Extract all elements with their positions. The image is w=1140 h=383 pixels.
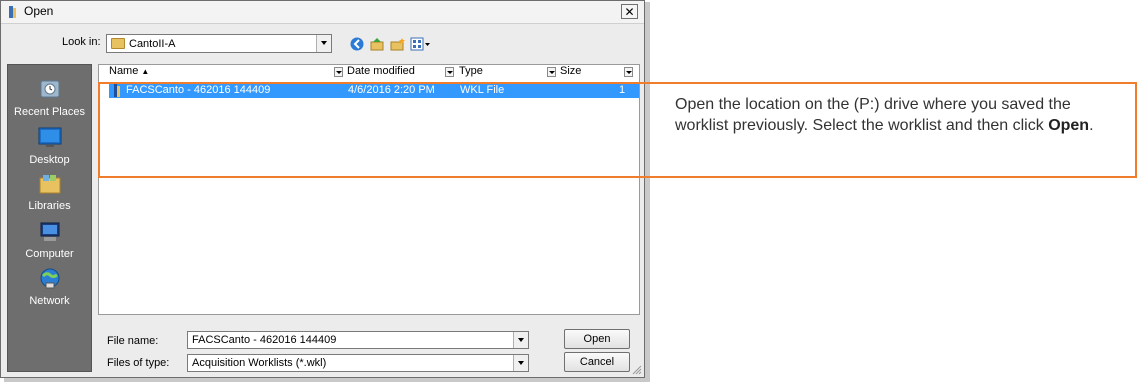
title-bar: Open ✕ (1, 1, 644, 24)
place-recent-places[interactable]: Recent Places (8, 79, 91, 118)
place-network[interactable]: Network (8, 268, 91, 307)
column-header-size[interactable]: Size (560, 65, 581, 79)
close-button[interactable]: ✕ (621, 4, 638, 19)
recent-places-icon (40, 80, 59, 98)
place-libraries[interactable]: Libraries (8, 173, 91, 212)
look-in-value: CantoII-A (129, 38, 176, 50)
look-in-label: Look in: (62, 36, 101, 48)
place-computer[interactable]: Computer (8, 221, 91, 260)
place-label-desktop: Desktop (29, 154, 70, 166)
column-date-dropdown-icon[interactable] (445, 67, 454, 77)
places-bar: Recent Places Desktop Libraries Computer… (7, 64, 92, 372)
open-dialog: Open ✕ Look in: CantoII-A Recent Places … (0, 0, 645, 378)
place-label-recent-places: Recent Places (14, 106, 85, 118)
file-name-value: FACSCanto - 462016 144409 (192, 334, 337, 346)
file-name-label: File name: (107, 335, 159, 347)
instruction-text: Open the location on the (P:) drive wher… (675, 96, 1094, 134)
sort-asc-icon: ▲ (141, 67, 150, 76)
place-label-network: Network (29, 295, 70, 307)
look-in-combo[interactable]: CantoII-A (106, 34, 332, 53)
column-header-type[interactable]: Type (459, 65, 483, 79)
chevron-down-icon[interactable] (316, 35, 331, 52)
column-type-dropdown-icon[interactable] (547, 67, 556, 77)
files-of-type-label: Files of type: (107, 357, 170, 369)
cancel-button[interactable]: Cancel (564, 352, 630, 372)
desktop-icon (38, 127, 61, 147)
resize-grip-icon[interactable] (632, 365, 642, 375)
view-menu-icon[interactable] (410, 37, 432, 51)
open-button[interactable]: Open (564, 329, 630, 349)
up-folder-icon[interactable] (370, 37, 384, 51)
close-icon: ✕ (624, 5, 635, 19)
place-label-computer: Computer (25, 248, 74, 260)
app-icon (9, 6, 16, 18)
files-of-type-value: Acquisition Worklists (*.wkl) (192, 357, 327, 369)
dialog-title: Open (24, 4, 54, 18)
files-of-type-dropdown-icon[interactable] (513, 355, 528, 371)
libraries-icon (39, 175, 60, 194)
file-name-field[interactable]: FACSCanto - 462016 144409 (187, 331, 529, 349)
file-name-dropdown-icon[interactable] (513, 332, 528, 348)
instruction-open-emphasis: Open (1048, 117, 1090, 134)
place-desktop[interactable]: Desktop (8, 127, 91, 166)
back-icon[interactable] (350, 37, 364, 51)
column-size-dropdown-icon[interactable] (624, 67, 633, 77)
column-header-date[interactable]: Date modified (347, 65, 415, 79)
network-icon (40, 268, 59, 289)
folder-icon (111, 38, 125, 49)
new-folder-icon[interactable] (390, 37, 406, 51)
column-name-dropdown-icon[interactable] (334, 67, 343, 77)
files-of-type-select[interactable]: Acquisition Worklists (*.wkl) (187, 354, 529, 372)
place-label-libraries: Libraries (28, 200, 71, 212)
column-header-name[interactable]: Name ▲ (109, 65, 329, 79)
computer-icon (40, 222, 59, 241)
